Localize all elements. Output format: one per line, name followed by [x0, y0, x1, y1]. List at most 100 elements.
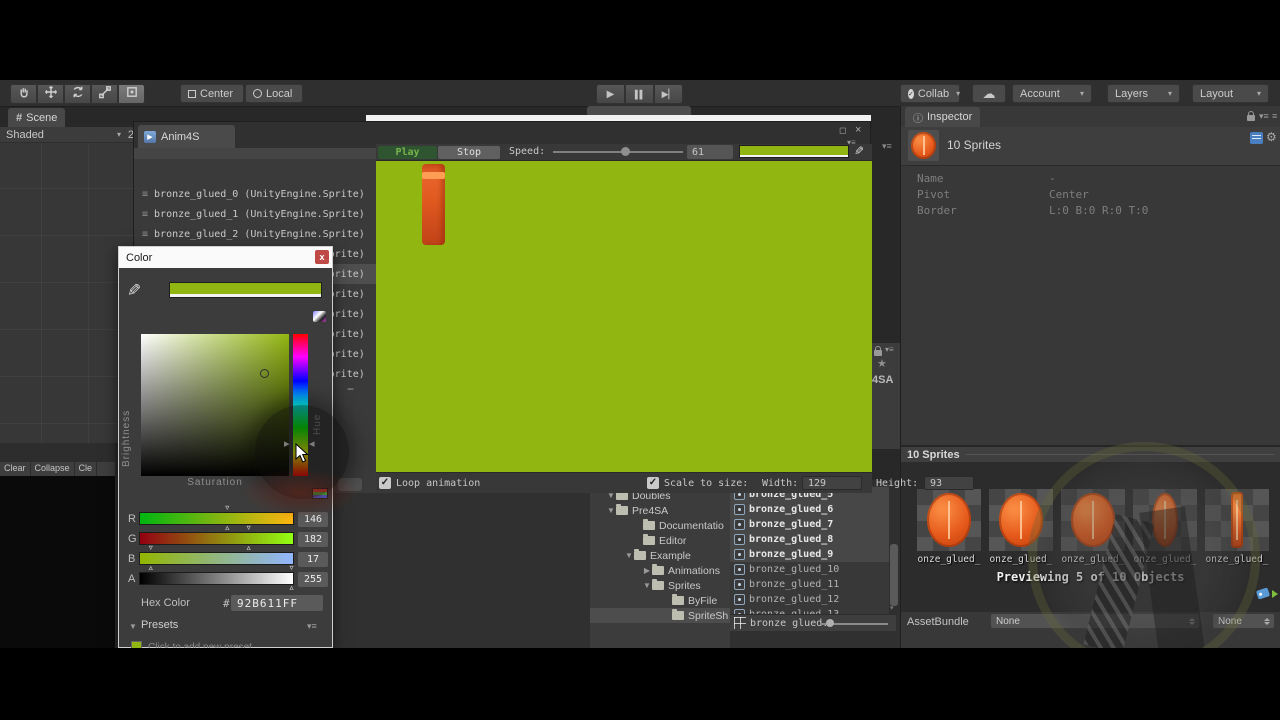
asset-row[interactable]: bronze_glued_12 — [730, 592, 889, 607]
slider-marker-icon[interactable]: ▵ — [149, 564, 153, 572]
foldout-expanded-icon[interactable]: ▼ — [642, 581, 652, 590]
speed-slider[interactable] — [553, 151, 683, 153]
lock-icon[interactable] — [1247, 111, 1255, 121]
drag-handle-icon[interactable]: ≡ — [142, 209, 148, 220]
close-icon[interactable]: × — [855, 124, 861, 136]
blue-slider[interactable]: ▿ ▵ — [139, 544, 294, 572]
shading-mode-dropdown[interactable]: Shaded ▾ 2 — [0, 127, 135, 143]
list-item[interactable]: ≡ bronze_glued_0 (UnityEngine.Sprite) — [134, 184, 376, 204]
rotate-tool-button[interactable] — [64, 84, 91, 104]
console-clear-on-play-button[interactable]: Cle — [75, 462, 98, 476]
scale-checkbox[interactable]: ✓ — [647, 477, 659, 489]
presets-foldout-icon[interactable]: ▼ — [129, 622, 137, 631]
foldout-expanded-icon[interactable]: ▼ — [606, 506, 616, 515]
menu-icon[interactable]: ≡ — [1272, 111, 1277, 121]
panel-menu-icon[interactable]: ▾≡ — [885, 345, 894, 354]
loop-checkbox[interactable]: ✓ — [379, 477, 391, 489]
remove-item-button[interactable]: − — [347, 382, 354, 396]
slider-marker-icon[interactable]: ▿ — [289, 564, 293, 572]
folder-row[interactable]: ▼ Sprites — [590, 578, 730, 593]
green-slider[interactable]: ▿ ▵ — [139, 524, 294, 552]
play-animation-button[interactable]: Play — [378, 146, 437, 159]
tab-anim4s[interactable]: ▶ Anim4S — [138, 125, 235, 148]
hidden-panel-menu-icon[interactable]: ▾≡ — [882, 141, 892, 152]
presets-label[interactable]: Presets — [141, 619, 178, 631]
move-tool-button[interactable] — [37, 84, 64, 104]
speed-value-field[interactable]: 61 — [687, 145, 733, 159]
folder-row[interactable]: ByFile — [590, 593, 730, 608]
drag-handle-icon[interactable]: ≡ — [142, 189, 148, 200]
slider-marker-icon[interactable]: ▵ — [225, 524, 229, 532]
list-header-band — [134, 148, 376, 159]
speed-slider-handle[interactable] — [621, 147, 630, 156]
animation-canvas[interactable] — [376, 161, 872, 472]
hand-tool-button[interactable] — [10, 84, 37, 104]
alpha-value-field[interactable]: 255 — [298, 572, 328, 587]
drag-handle-icon[interactable]: ≡ — [142, 229, 148, 240]
green-value-field[interactable]: 182 — [298, 532, 328, 547]
asset-row[interactable]: bronze_glued_8 — [730, 532, 889, 547]
play-button[interactable]: ▶ — [596, 84, 625, 104]
presets-menu-icon[interactable]: ▾≡ — [307, 621, 317, 632]
slider-marker-icon[interactable]: ▵ — [247, 544, 251, 552]
gear-icon[interactable]: ⚙ — [1266, 130, 1277, 144]
folder-row[interactable]: Documentatio — [590, 518, 730, 533]
slider-marker-icon[interactable]: ▵ — [289, 584, 293, 592]
foldout-expanded-icon[interactable]: ▼ — [624, 551, 634, 560]
asset-row[interactable]: bronze_glued_9 — [730, 547, 889, 562]
slider-marker-icon[interactable]: ▿ — [149, 544, 153, 552]
folder-row[interactable]: Editor — [590, 533, 730, 548]
asset-row[interactable]: bronze_glued_7 — [730, 517, 889, 532]
console-collapse-button[interactable]: Collapse — [31, 462, 75, 476]
list-item[interactable]: ≡ bronze_glued_1 (UnityEngine.Sprite) — [134, 204, 376, 224]
zoom-slider-handle[interactable] — [826, 619, 834, 627]
rect-tool-button[interactable] — [118, 84, 145, 104]
tint-color-swatch[interactable] — [739, 145, 849, 158]
scale-tool-button[interactable] — [91, 84, 118, 104]
width-field[interactable]: 129 — [802, 476, 862, 490]
pause-button[interactable]: ▌▌ — [625, 84, 654, 104]
layout-dropdown[interactable]: Layout ▾ — [1192, 84, 1269, 103]
asset-row[interactable]: bronze_glued_11 — [730, 577, 889, 592]
asset-row[interactable]: bronze_glued_6 — [730, 502, 889, 517]
folder-row[interactable]: ▼ Pre4SA — [590, 503, 730, 518]
folder-row[interactable]: ▼ Example — [590, 548, 730, 563]
current-color-swatch[interactable] — [169, 282, 322, 298]
hex-value-field[interactable]: 92B611FF — [231, 595, 323, 611]
colorfield-mode-icon[interactable] — [313, 311, 326, 322]
dialog-titlebar[interactable]: Color x — [119, 247, 332, 268]
console-clear-button[interactable]: Clear — [0, 462, 31, 476]
height-field[interactable]: 93 — [924, 476, 974, 490]
project-scrollbar[interactable]: ▾ — [889, 486, 899, 614]
scrollbar-thumb[interactable] — [890, 544, 898, 606]
panel-menu-icon[interactable]: ▾≡ — [1259, 111, 1269, 122]
layers-dropdown[interactable]: Layers ▾ — [1107, 84, 1180, 103]
foldout-collapsed-icon[interactable]: ▶ — [642, 566, 652, 575]
slider-marker-icon[interactable]: ▿ — [225, 504, 229, 512]
channel-row-b: B ▿ ▵ 17 — [119, 544, 332, 572]
collab-dropdown[interactable]: ✓ Collab ▾ — [900, 84, 960, 103]
scroll-down-icon[interactable]: ▾ — [890, 604, 894, 612]
stop-animation-button[interactable]: Stop — [438, 146, 500, 159]
blue-value-field[interactable]: 17 — [298, 552, 328, 567]
pivot-local-button[interactable]: Local — [245, 84, 303, 103]
eyedropper-icon[interactable]: ✎ — [127, 281, 141, 301]
close-icon[interactable]: x — [315, 250, 329, 264]
slider-marker-icon[interactable]: ▿ — [247, 524, 251, 532]
eyedropper-icon[interactable]: ✎ — [854, 144, 864, 158]
folder-row[interactable]: ▶ Animations — [590, 563, 730, 578]
folder-row-selected[interactable]: SpriteSh — [590, 608, 730, 623]
cloud-button[interactable]: ☁ — [972, 84, 1006, 103]
asset-row[interactable]: bronze_glued_13 — [730, 607, 889, 614]
pivot-center-button[interactable]: Center — [180, 84, 244, 103]
maximize-icon[interactable]: ◻ — [839, 125, 846, 136]
alpha-slider[interactable]: ▿ ▵ — [139, 564, 294, 592]
tab-scene[interactable]: # Scene — [8, 108, 66, 127]
help-book-icon[interactable] — [1250, 132, 1263, 144]
list-item[interactable]: ≡ bronze_glued_2 (UnityEngine.Sprite) — [134, 224, 376, 244]
asset-row[interactable]: bronze_glued_10 — [730, 562, 889, 577]
tab-inspector[interactable]: ⓘ Inspector — [905, 107, 981, 127]
account-dropdown[interactable]: Account ▾ — [1012, 84, 1092, 103]
favorites-star-icon[interactable]: ★ — [877, 357, 887, 370]
step-button[interactable]: ▶▏ — [654, 84, 683, 104]
